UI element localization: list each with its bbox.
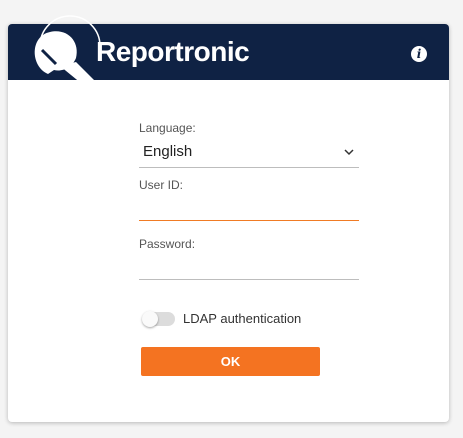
info-button[interactable]: i (411, 46, 427, 62)
login-card: Reportronic i Language: English User ID:… (8, 15, 449, 422)
password-label: Password: (139, 237, 196, 251)
login-form: Language: English User ID: Password: (139, 121, 359, 280)
reportronic-logo-icon (34, 15, 101, 84)
info-icon: i (416, 47, 422, 61)
ldap-toggle-knob (142, 311, 158, 327)
password-input[interactable] (139, 255, 359, 279)
language-select[interactable]: English (139, 141, 359, 168)
userid-label: User ID: (139, 178, 184, 192)
ldap-label: LDAP authentication (183, 311, 302, 326)
userid-field: User ID: (139, 178, 359, 221)
ldap-toggle-row: LDAP authentication (139, 310, 359, 328)
ok-button[interactable]: OK (141, 347, 320, 376)
language-value: English (143, 143, 193, 160)
userid-input[interactable] (139, 196, 359, 220)
header-bar: Reportronic i (8, 15, 449, 84)
brand-name: Reportronic (96, 36, 250, 67)
password-field: Password: (139, 237, 359, 280)
language-label: Language: (139, 121, 196, 135)
chevron-down-icon (344, 149, 354, 156)
ldap-toggle[interactable] (142, 311, 175, 327)
